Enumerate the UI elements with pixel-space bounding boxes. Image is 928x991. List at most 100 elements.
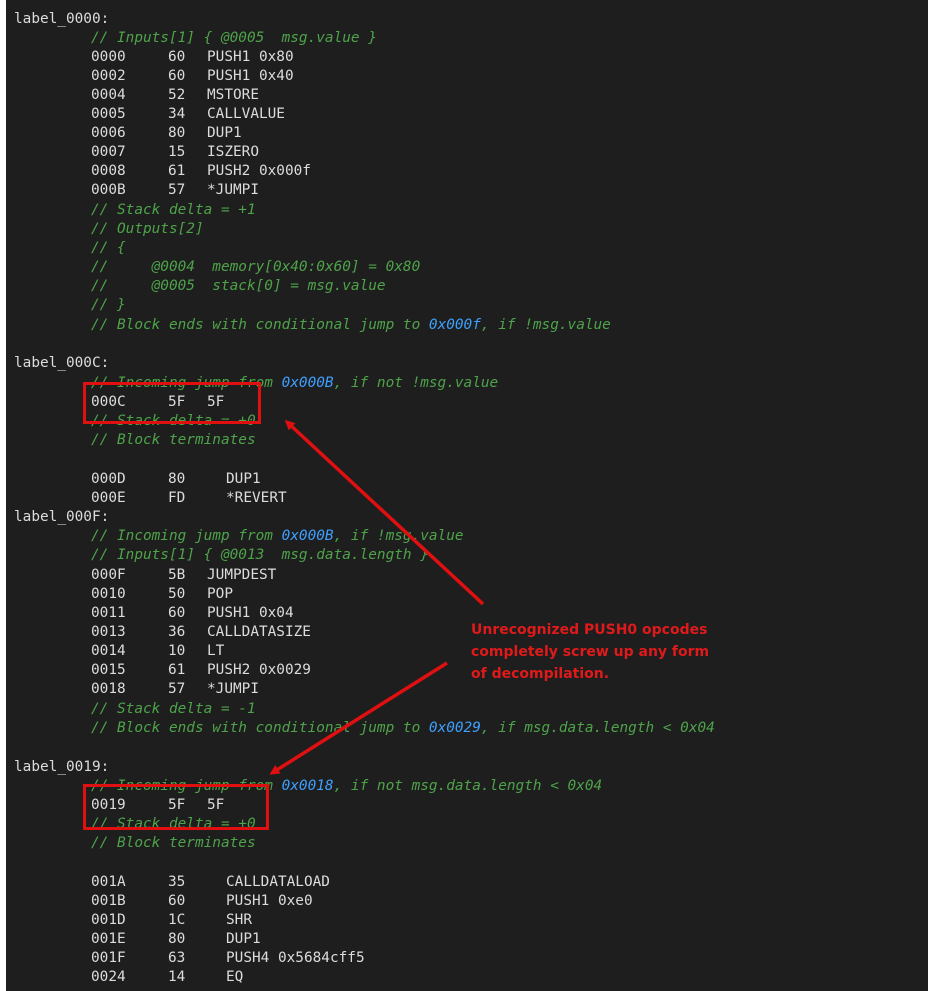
instruction-address: 0015 <box>91 662 126 678</box>
instruction-address: 000B <box>91 182 126 198</box>
instruction-address: 001A <box>91 874 126 890</box>
instruction-mnemonic: POP <box>207 586 233 602</box>
instruction-address: 0010 <box>91 586 126 602</box>
jump-target-link[interactable]: 0x000f <box>429 317 481 333</box>
instruction-address: 0011 <box>91 605 126 621</box>
instruction-address: 001F <box>91 950 126 966</box>
instruction-opcode: 60 <box>168 49 186 65</box>
instruction-mnemonic: PUSH1 0xe0 <box>226 893 313 909</box>
instruction-mnemonic: PUSH2 0x000f <box>207 163 311 179</box>
instruction-mnemonic: PUSH1 0x40 <box>207 68 294 84</box>
push0-highlight-box <box>83 784 269 830</box>
instruction-opcode: 80 <box>168 471 186 487</box>
outputs-comment: // { <box>91 240 126 256</box>
instruction-address: 0013 <box>91 624 126 640</box>
instruction-opcode: 36 <box>168 624 186 640</box>
instruction-mnemonic: CALLDATASIZE <box>207 624 311 640</box>
instruction-address: 001B <box>91 893 126 909</box>
instruction-opcode: 80 <box>168 125 186 141</box>
instruction-mnemonic: PUSH4 0x5684cff5 <box>226 950 365 966</box>
instruction-mnemonic: DUP1 <box>226 471 261 487</box>
block-label: label_000F: <box>14 509 110 525</box>
instruction-address: 0004 <box>91 87 126 103</box>
instruction-address: 0008 <box>91 163 126 179</box>
comment-text: // Incoming jump from <box>91 528 282 544</box>
instruction-address: 0002 <box>91 68 126 84</box>
instruction-opcode: 15 <box>168 144 186 160</box>
annotation-note: Unrecognized PUSH0 opcodes completely sc… <box>471 619 741 685</box>
annotation-line: Unrecognized PUSH0 opcodes <box>471 622 708 638</box>
comment-text: // Block ends with conditional jump to <box>91 317 429 333</box>
instruction-opcode: 80 <box>168 931 186 947</box>
instruction-mnemonic: PUSH2 0x0029 <box>207 662 311 678</box>
incoming-jump-comment: // Incoming jump from 0x000B, if !msg.va… <box>91 527 464 546</box>
instruction-opcode: 1C <box>168 912 186 928</box>
annotation-line: completely screw up any form <box>471 644 710 660</box>
block-terminates-comment: // Block terminates <box>91 835 256 851</box>
instruction-opcode: 57 <box>168 182 186 198</box>
outputs-comment: // @0005 stack[0] = msg.value <box>91 278 386 294</box>
comment-text: , if not !msg.value <box>333 375 499 391</box>
push0-highlight-box <box>83 382 261 424</box>
instruction-address: 000F <box>91 567 126 583</box>
outputs-comment: // @0004 memory[0x40:0x60] = 0x80 <box>91 259 421 275</box>
instruction-opcode: 57 <box>168 681 186 697</box>
instruction-opcode: 52 <box>168 87 186 103</box>
instruction-opcode: 61 <box>168 662 186 678</box>
block-label: label_0019: <box>14 759 110 775</box>
jump-source-link[interactable]: 0x0018 <box>282 778 334 794</box>
instruction-mnemonic: DUP1 <box>226 931 261 947</box>
instruction-address: 0024 <box>91 969 126 985</box>
stack-delta-comment: // Stack delta = -1 <box>91 701 256 717</box>
instruction-mnemonic: DUP1 <box>207 125 242 141</box>
block-terminates-comment: // Block terminates <box>91 432 256 448</box>
instruction-mnemonic: *JUMPI <box>207 182 259 198</box>
instruction-opcode: 14 <box>168 969 186 985</box>
block-label: label_0000: <box>14 11 110 27</box>
instruction-mnemonic: PUSH1 0x04 <box>207 605 294 621</box>
instruction-mnemonic: MSTORE <box>207 87 259 103</box>
instruction-address: 001E <box>91 931 126 947</box>
instruction-mnemonic: ISZERO <box>207 144 259 160</box>
instruction-opcode: 60 <box>168 68 186 84</box>
jump-source-link[interactable]: 0x000B <box>282 375 334 391</box>
block-label: label_000C: <box>14 355 110 371</box>
instruction-mnemonic: PUSH1 0x80 <box>207 49 294 65</box>
stack-delta-comment: // Stack delta = +1 <box>91 202 256 218</box>
instruction-mnemonic: LT <box>207 643 225 659</box>
instruction-address: 0000 <box>91 49 126 65</box>
instruction-mnemonic: *JUMPI <box>207 681 259 697</box>
jump-target-link[interactable]: 0x0029 <box>429 720 481 736</box>
outputs-comment: // } <box>91 297 126 313</box>
instruction-address: 001D <box>91 912 126 928</box>
inputs-comment: // Inputs[1] { @0005 msg.value } <box>91 30 377 46</box>
jump-source-link[interactable]: 0x000B <box>282 528 334 544</box>
instruction-opcode: 5B <box>168 567 186 583</box>
instruction-mnemonic: CALLVALUE <box>207 106 285 122</box>
instruction-opcode: 63 <box>168 950 186 966</box>
instruction-mnemonic: SHR <box>226 912 252 928</box>
instruction-address: 0018 <box>91 681 126 697</box>
instruction-address: 0007 <box>91 144 126 160</box>
block-end-comment: // Block ends with conditional jump to 0… <box>91 316 611 335</box>
instruction-mnemonic: EQ <box>226 969 244 985</box>
outputs-comment: // Outputs[2] <box>91 221 204 237</box>
instruction-address: 0014 <box>91 643 126 659</box>
comment-text: // Block ends with conditional jump to <box>91 720 429 736</box>
disassembly-panel: label_0000: // Inputs[1] { @0005 msg.val… <box>6 0 928 991</box>
instruction-opcode: 61 <box>168 163 186 179</box>
comment-text: , if !msg.value <box>480 317 611 333</box>
block-end-comment: // Block ends with conditional jump to 0… <box>91 719 715 738</box>
instruction-opcode: 60 <box>168 605 186 621</box>
annotation-line: of decompilation. <box>471 666 610 682</box>
comment-text: , if !msg.value <box>333 528 464 544</box>
instruction-mnemonic: CALLDATALOAD <box>226 874 330 890</box>
instruction-opcode: 60 <box>168 893 186 909</box>
instruction-opcode: 35 <box>168 874 186 890</box>
instruction-address: 0006 <box>91 125 126 141</box>
instruction-mnemonic: *REVERT <box>226 490 287 506</box>
instruction-opcode: 10 <box>168 643 186 659</box>
instruction-opcode: 34 <box>168 106 186 122</box>
instruction-opcode: FD <box>168 490 186 506</box>
instruction-address: 000D <box>91 471 126 487</box>
